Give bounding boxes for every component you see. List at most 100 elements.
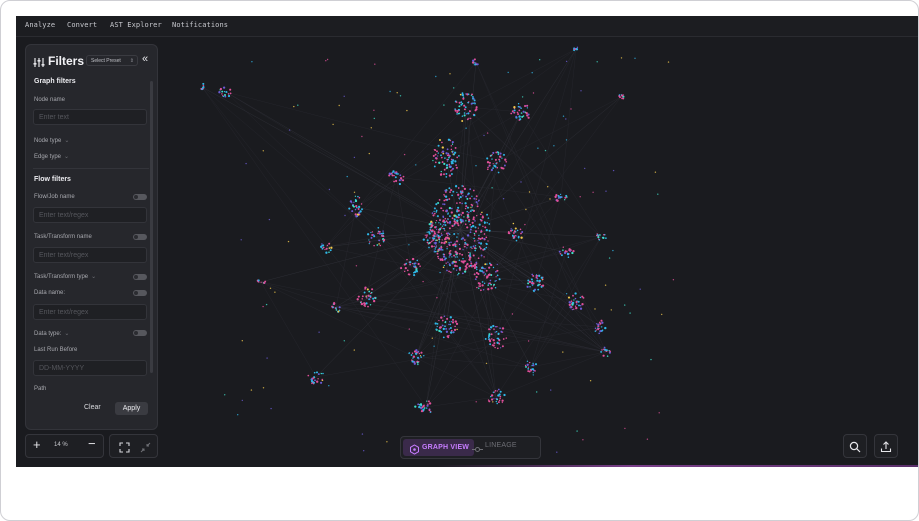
graph-node[interactable] <box>454 325 456 328</box>
graph-node[interactable] <box>461 202 463 205</box>
graph-node[interactable] <box>360 302 364 306</box>
task-type-dropdown[interactable]: Task/Transform type ⌄ <box>34 273 96 280</box>
graph-node[interactable] <box>392 170 395 173</box>
graph-node[interactable] <box>456 202 458 204</box>
graph-node[interactable] <box>325 60 327 62</box>
graph-node[interactable] <box>526 114 529 117</box>
graph-node[interactable] <box>438 241 440 243</box>
graph-node[interactable] <box>485 269 488 272</box>
graph-node[interactable] <box>443 258 446 261</box>
graph-node[interactable] <box>456 111 459 114</box>
graph-node[interactable] <box>476 214 478 217</box>
graph-node[interactable] <box>445 262 447 264</box>
graph-node[interactable] <box>491 158 493 160</box>
graph-node[interactable] <box>580 90 582 92</box>
graph-node[interactable] <box>440 246 443 249</box>
graph-node[interactable] <box>407 273 410 276</box>
graph-node[interactable] <box>475 247 477 250</box>
graph-node[interactable] <box>438 326 442 329</box>
graph-node[interactable] <box>452 190 455 193</box>
graph-node[interactable] <box>444 157 446 159</box>
graph-node[interactable] <box>473 197 476 200</box>
graph-node[interactable] <box>524 105 526 107</box>
graph-node[interactable] <box>462 258 464 260</box>
graph-node[interactable] <box>522 115 525 117</box>
graph-node[interactable] <box>454 160 457 163</box>
graph-node[interactable] <box>482 225 484 228</box>
graph-node[interactable] <box>496 402 498 405</box>
graph-node[interactable] <box>495 162 497 165</box>
graph-node[interactable] <box>442 152 445 155</box>
graph-node[interactable] <box>451 262 454 265</box>
graph-node[interactable] <box>489 326 493 329</box>
graph-node[interactable] <box>442 209 445 212</box>
graph-node[interactable] <box>429 411 432 413</box>
graph-node[interactable] <box>477 227 479 229</box>
graph-node[interactable] <box>498 399 501 402</box>
graph-node[interactable] <box>534 363 538 366</box>
graph-node[interactable] <box>463 216 465 218</box>
graph-node[interactable] <box>493 398 495 400</box>
graph-node[interactable] <box>227 93 230 95</box>
graph-node[interactable] <box>490 154 492 157</box>
graph-node[interactable] <box>409 261 412 264</box>
graph-node[interactable] <box>531 368 535 371</box>
graph-node[interactable] <box>419 403 423 406</box>
graph-node[interactable] <box>326 58 329 61</box>
graph-node[interactable] <box>437 250 439 252</box>
graph-node[interactable] <box>361 208 363 211</box>
graph-node[interactable] <box>437 257 440 260</box>
graph-node[interactable] <box>343 340 345 342</box>
graph-node[interactable] <box>597 328 600 331</box>
graph-node[interactable] <box>393 180 396 183</box>
graph-node[interactable] <box>449 316 452 319</box>
graph-node[interactable] <box>527 282 530 285</box>
graph-node[interactable] <box>434 322 437 325</box>
graph-node[interactable] <box>492 401 494 403</box>
graph-node[interactable] <box>471 221 474 224</box>
graph-node[interactable] <box>431 229 434 232</box>
graph-node[interactable] <box>592 191 594 193</box>
graph-node[interactable] <box>373 117 375 120</box>
graph-node[interactable] <box>449 250 452 252</box>
graph-node[interactable] <box>330 246 333 249</box>
graph-node[interactable] <box>574 305 577 308</box>
graph-node[interactable] <box>229 88 232 91</box>
graph-node[interactable] <box>463 187 467 191</box>
graph-node[interactable] <box>497 401 500 404</box>
graph-node[interactable] <box>470 94 473 97</box>
graph-node[interactable] <box>448 270 450 273</box>
graph-node[interactable] <box>446 248 448 250</box>
graph-node[interactable] <box>482 271 485 274</box>
graph-node[interactable] <box>483 237 486 240</box>
graph-node[interactable] <box>448 328 451 330</box>
graph-node[interactable] <box>602 354 605 357</box>
graph-node[interactable] <box>436 252 439 255</box>
graph-node[interactable] <box>484 267 486 270</box>
graph-node[interactable] <box>457 274 459 276</box>
graph-node[interactable] <box>456 191 458 194</box>
graph-node[interactable] <box>595 234 598 237</box>
graph-node[interactable] <box>458 243 461 246</box>
graph-node[interactable] <box>472 245 475 248</box>
graph-node[interactable] <box>382 235 385 238</box>
graph-node[interactable] <box>444 217 447 220</box>
graph-node[interactable] <box>268 218 271 221</box>
graph-node[interactable] <box>454 185 458 188</box>
graph-node[interactable] <box>313 381 315 384</box>
graph-node[interactable] <box>488 339 491 342</box>
graph-node[interactable] <box>499 152 502 155</box>
graph-node[interactable] <box>470 206 472 209</box>
graph-node[interactable] <box>322 247 324 249</box>
graph-node[interactable] <box>634 57 636 59</box>
graph-node[interactable] <box>480 219 483 222</box>
graph-node[interactable] <box>520 236 523 239</box>
graph-node[interactable] <box>619 96 621 99</box>
graph-node[interactable] <box>455 164 457 166</box>
chevrons-left-icon[interactable]: « <box>142 53 148 65</box>
graph-node[interactable] <box>437 248 440 251</box>
graph-node[interactable] <box>501 167 504 170</box>
graph-node[interactable] <box>444 195 448 198</box>
graph-node[interactable] <box>418 352 421 355</box>
graph-node[interactable] <box>469 256 472 259</box>
